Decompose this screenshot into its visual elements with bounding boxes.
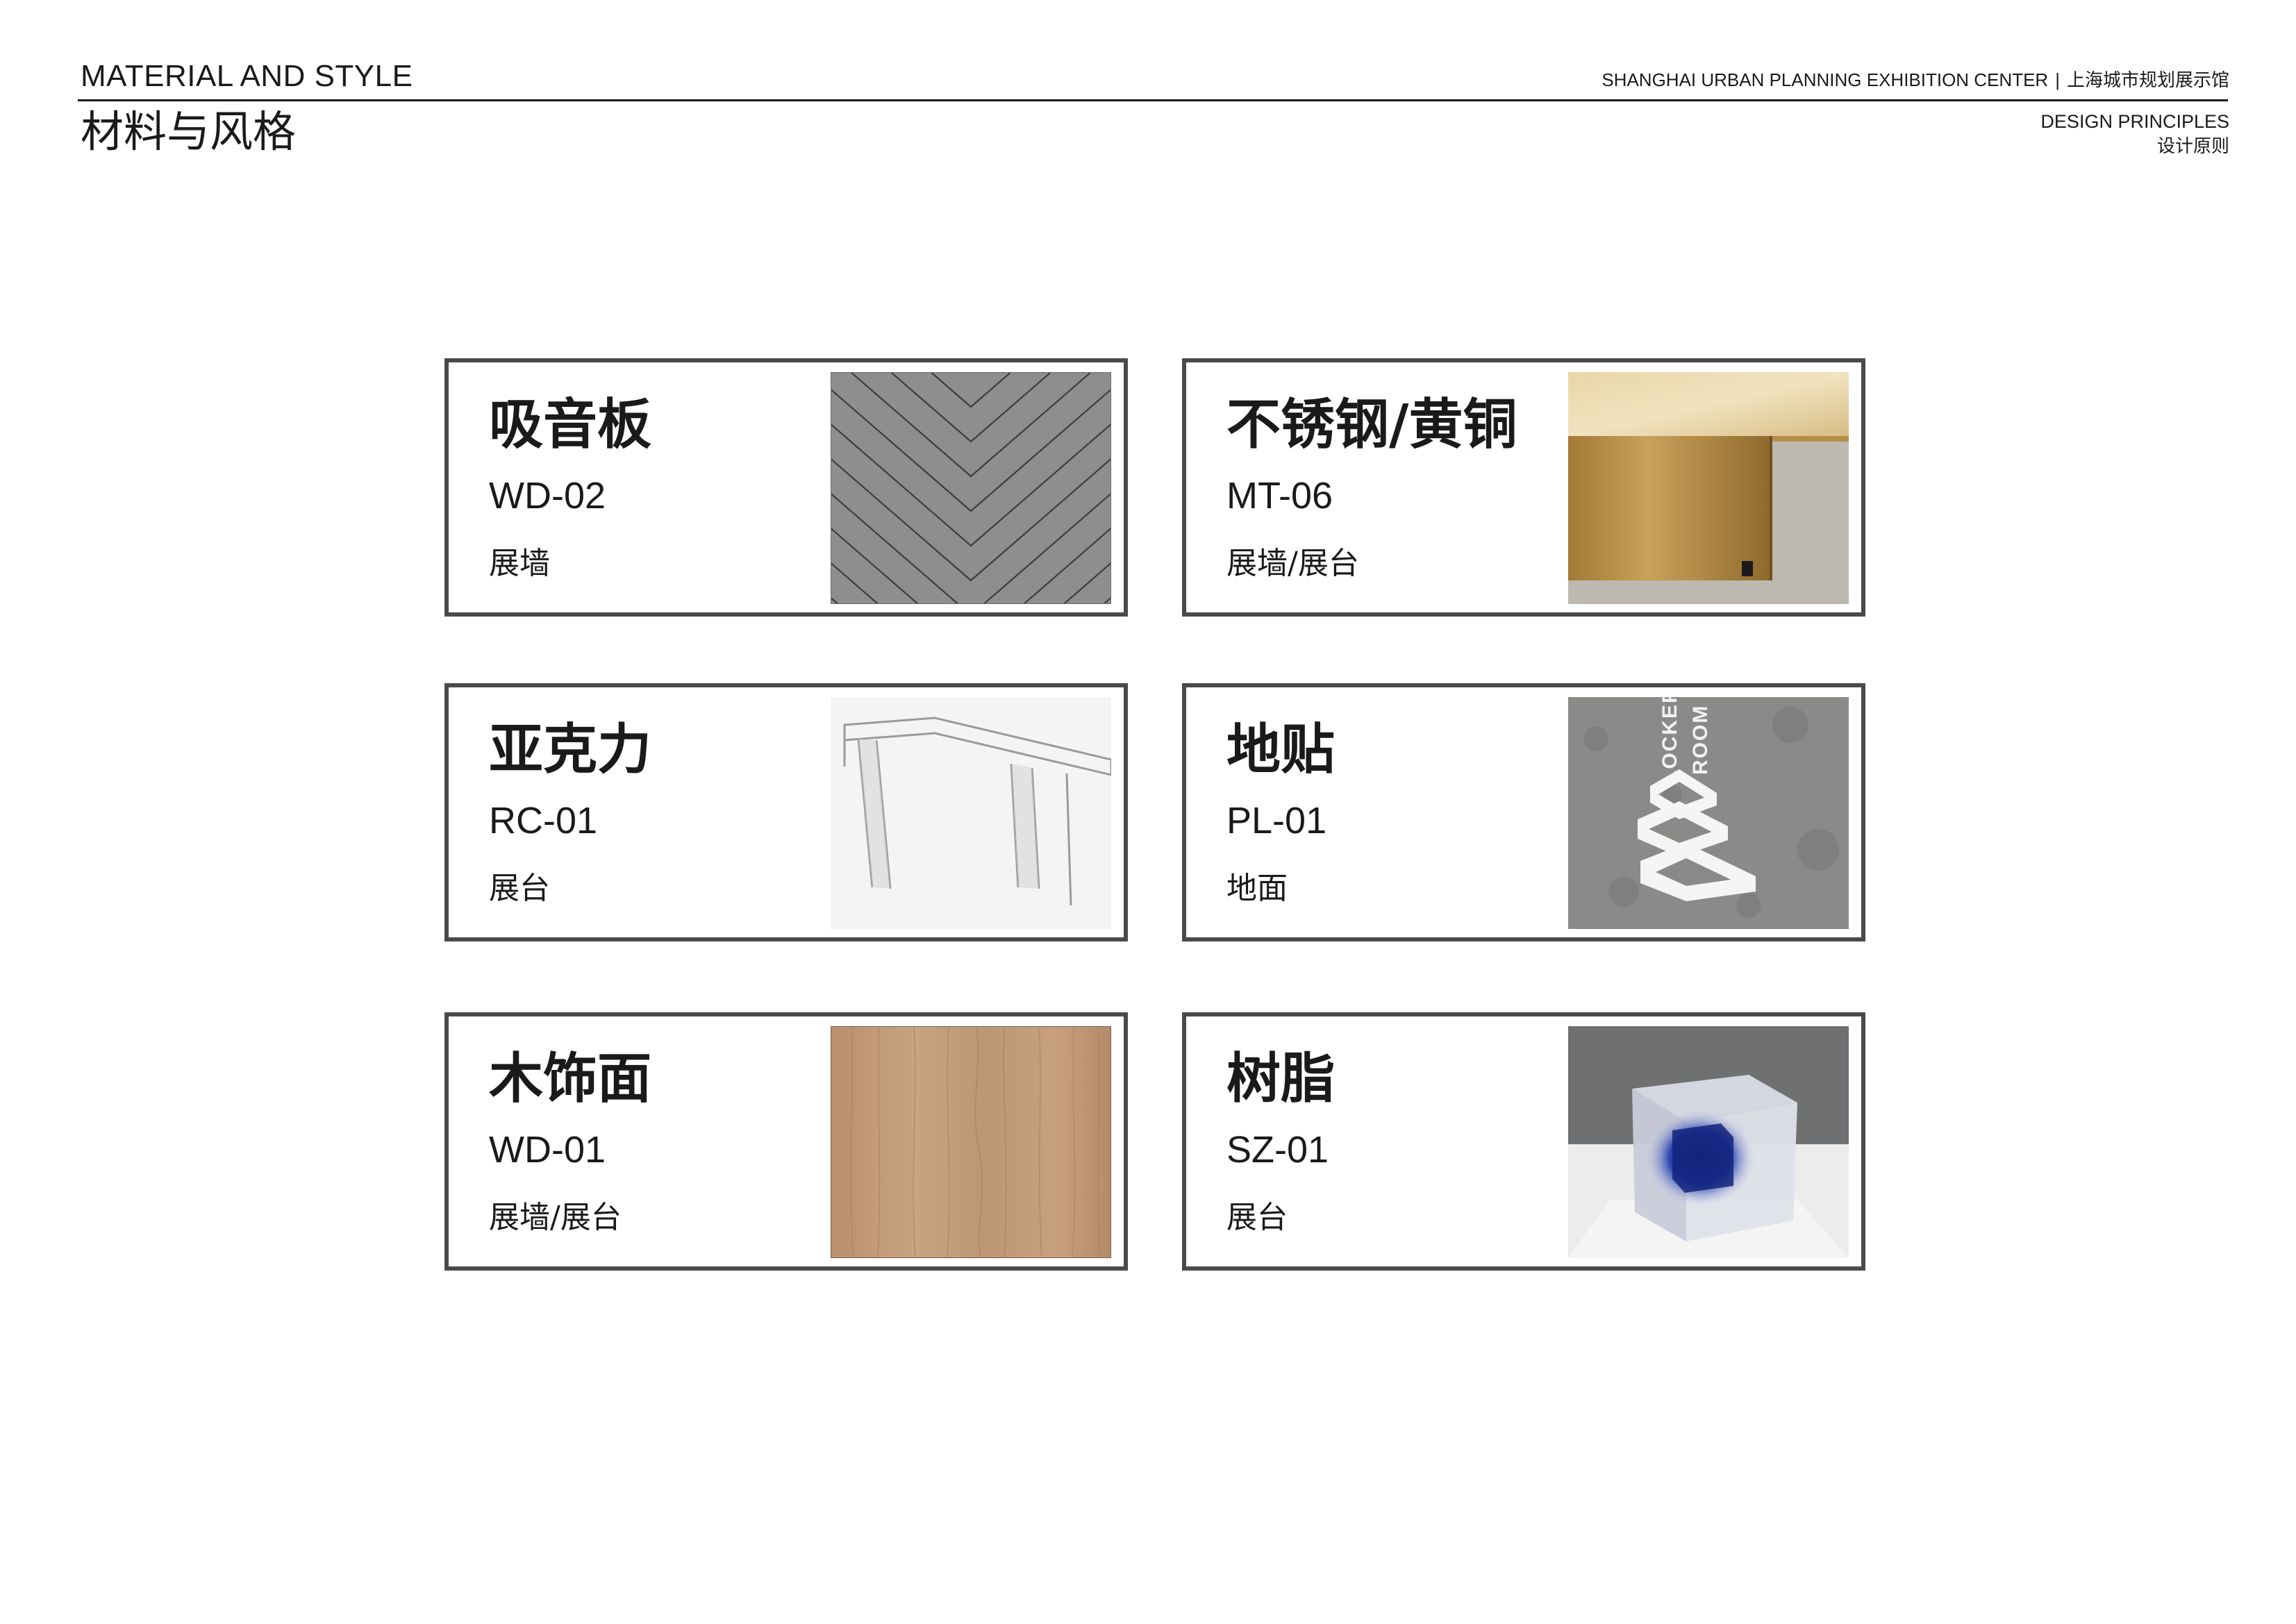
project-name-en: SHANGHAI URBAN PLANNING EXHIBITION CENTE… [1602, 69, 2049, 90]
project-name: SHANGHAI URBAN PLANNING EXHIBITION CENTE… [1602, 68, 2229, 92]
acrylic-table-icon [831, 697, 1111, 929]
material-name: 不锈钢/黄铜 [1226, 394, 1517, 456]
project-name-cn: 上海城市规划展示馆 [2066, 69, 2229, 90]
material-card-stainless-brass: 不锈钢/黄铜 MT-06 展墙/展台 [1182, 358, 1865, 617]
material-card-acrylic: 亚克力 RC-01 展台 [444, 683, 1128, 941]
resin-cube-icon [1568, 1026, 1849, 1258]
material-code: WD-01 [489, 1129, 606, 1171]
material-code: RC-01 [489, 800, 598, 842]
section-label-en: DESIGN PRINCIPLES [2040, 111, 2229, 132]
floor-decal-icon: LOCKER ROOM [1568, 697, 1849, 929]
material-code: PL-01 [1226, 800, 1327, 842]
material-code: WD-02 [489, 475, 606, 517]
section-label-cn: 设计原则 [2156, 136, 2229, 157]
material-name: 吸音板 [489, 394, 652, 456]
page-title-cn: 材料与风格 [81, 106, 297, 157]
acoustic-panel-chevron-icon [831, 372, 1111, 604]
material-usage: 地面 [1226, 871, 1288, 906]
material-name: 树脂 [1226, 1048, 1336, 1110]
material-card-floor-decal: 地贴 PL-01 地面 LOCKER ROOM [1182, 683, 1865, 941]
project-name-separator: | [2055, 69, 2060, 90]
wood-veneer-icon [831, 1026, 1111, 1258]
material-name: 亚克力 [489, 719, 652, 781]
material-name: 地贴 [1226, 719, 1336, 781]
material-usage: 展墙 [489, 546, 550, 581]
header-divider [78, 99, 2228, 101]
brass-table-icon [1568, 372, 1849, 604]
material-usage: 展台 [1226, 1200, 1288, 1235]
material-usage: 展台 [489, 871, 550, 906]
material-card-acoustic-panel: 吸音板 WD-02 展墙 [444, 358, 1128, 617]
decal-text-room: ROOM [1689, 705, 1712, 775]
page-title-en: MATERIAL AND STYLE [81, 59, 413, 93]
material-card-wood-veneer: 木饰面 WD-01 展墙/展台 [444, 1012, 1128, 1271]
material-card-resin: 树脂 SZ-01 展台 [1182, 1012, 1865, 1271]
material-code: SZ-01 [1226, 1129, 1329, 1171]
material-name: 木饰面 [489, 1048, 652, 1110]
material-usage: 展墙/展台 [489, 1200, 622, 1235]
material-usage: 展墙/展台 [1226, 546, 1359, 581]
material-code: MT-06 [1226, 475, 1333, 517]
